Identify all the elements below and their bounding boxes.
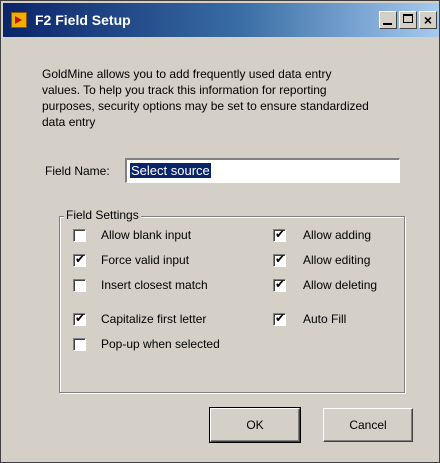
allow-adding-label: Allow adding (303, 228, 372, 242)
auto-fill-label: Auto Fill (303, 312, 347, 326)
field-name-input[interactable]: Select source (125, 158, 400, 183)
dialog-window: F2 Field Setup × GoldMine allows you to … (0, 0, 440, 463)
allow-editing-checkbox[interactable] (273, 252, 286, 267)
allow-deleting-checkbox[interactable] (273, 277, 286, 292)
title-bar[interactable]: F2 Field Setup × (3, 3, 439, 37)
insert-closest-match-label: Insert closest match (101, 278, 208, 292)
maximize-icon (403, 14, 413, 23)
field-settings-group (59, 216, 405, 393)
allow-adding-checkbox[interactable] (273, 227, 286, 242)
maximize-button[interactable] (399, 11, 417, 29)
close-icon: × (423, 12, 433, 28)
minimize-icon (383, 23, 392, 25)
field-name-value: Select source (130, 163, 211, 178)
field-name-label: Field Name: (45, 164, 110, 178)
capitalize-first-letter-label: Capitalize first letter (101, 312, 207, 326)
force-valid-input-checkbox[interactable] (73, 252, 86, 267)
minimize-button[interactable] (379, 11, 397, 29)
allow-deleting-label: Allow deleting (303, 278, 378, 292)
goldmine-app-icon (11, 12, 27, 28)
force-valid-input-label: Force valid input (101, 253, 190, 267)
description-text: GoldMine allows you to add frequently us… (42, 67, 369, 129)
capitalize-first-letter-checkbox[interactable] (73, 311, 86, 326)
allow-editing-label: Allow editing (303, 253, 371, 267)
allow-blank-input-checkbox[interactable] (73, 229, 86, 242)
close-button[interactable]: × (419, 11, 437, 29)
popup-when-selected-label: Pop-up when selected (101, 337, 220, 351)
window-title: F2 Field Setup (35, 12, 131, 28)
cancel-button[interactable]: Cancel (323, 408, 413, 442)
popup-when-selected-checkbox[interactable] (73, 338, 86, 351)
insert-closest-match-checkbox[interactable] (73, 279, 86, 292)
auto-fill-checkbox[interactable] (273, 311, 286, 326)
field-settings-title: Field Settings (64, 208, 141, 222)
allow-blank-input-label: Allow blank input (101, 228, 192, 242)
ok-button[interactable]: OK (209, 407, 301, 443)
